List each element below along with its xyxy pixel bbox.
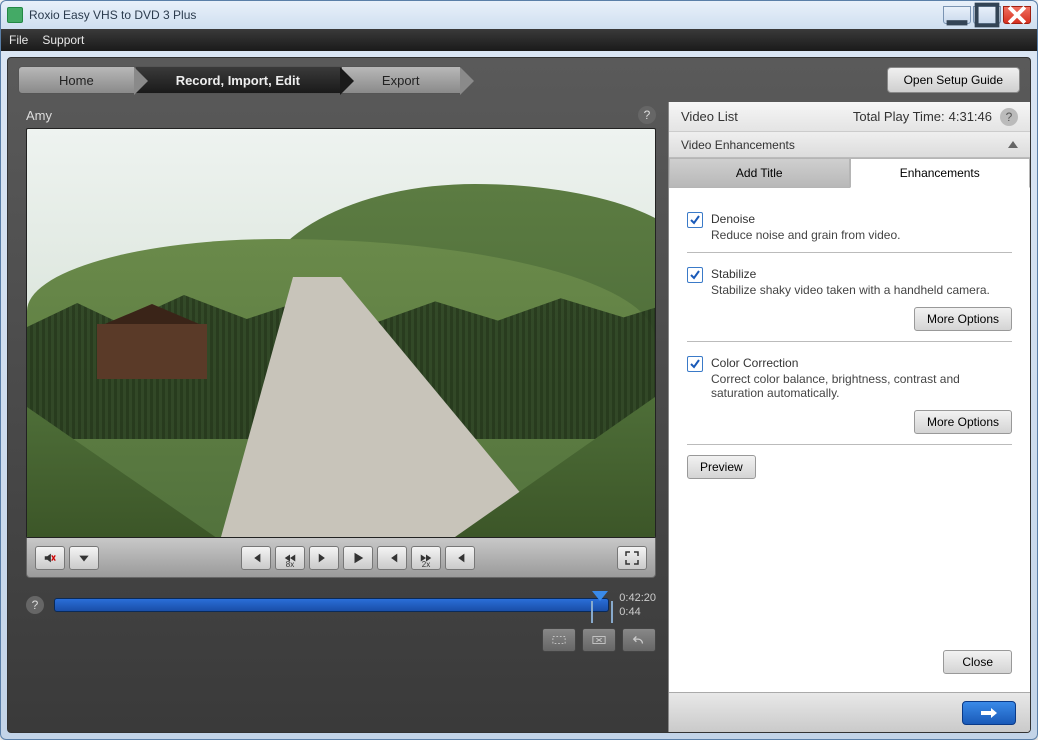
window-title: Roxio Easy VHS to DVD 3 Plus [29, 8, 943, 22]
open-setup-guide-button[interactable]: Open Setup Guide [887, 67, 1020, 93]
stabilize-checkbox[interactable] [687, 267, 703, 283]
enhancements-body: Denoise Reduce noise and grain from vide… [669, 188, 1030, 692]
preview-button[interactable]: Preview [687, 455, 756, 479]
enhancements-panel-label: Video Enhancements [681, 138, 795, 152]
timeline-scrubber[interactable] [54, 598, 609, 612]
denoise-checkbox[interactable] [687, 212, 703, 228]
time-total: 0:42:20 [619, 592, 656, 604]
playtime-value: 4:31:46 [949, 109, 992, 124]
close-panel-button[interactable]: Close [943, 650, 1012, 674]
tab-record-import-edit[interactable]: Record, Import, Edit [135, 66, 341, 94]
main-row: Amy ? [8, 102, 1030, 732]
arrow-right-icon [979, 706, 999, 720]
content-area: Home Record, Import, Edit Export Open Se… [7, 57, 1031, 733]
cut-button[interactable] [542, 628, 576, 652]
stabilize-desc: Stabilize shaky video taken with a handh… [711, 283, 990, 297]
close-button[interactable] [1003, 6, 1031, 24]
step-forward-button[interactable] [377, 546, 407, 570]
next-button[interactable] [962, 701, 1016, 725]
enhancement-denoise: Denoise Reduce noise and grain from vide… [687, 202, 1012, 253]
denoise-title: Denoise [711, 212, 900, 226]
right-pane: Video List Total Play Time: 4:31:46 ? Vi… [668, 102, 1030, 732]
help-icon[interactable]: ? [638, 106, 656, 124]
color-correction-checkbox[interactable] [687, 356, 703, 372]
video-preview[interactable] [26, 128, 656, 538]
playhead-icon[interactable] [592, 591, 608, 601]
enhancement-stabilize: Stabilize Stabilize shaky video taken wi… [687, 257, 1012, 342]
fast-forward-2x-button[interactable]: 2x [411, 546, 441, 570]
tab-enhancements[interactable]: Enhancements [850, 158, 1031, 188]
video-thumbnail [27, 129, 655, 537]
app-icon [7, 7, 23, 23]
collapse-icon[interactable] [1008, 141, 1018, 148]
volume-menu-button[interactable] [69, 546, 99, 570]
tab-home[interactable]: Home [18, 66, 135, 94]
rewind-8x-button[interactable]: 8x [275, 546, 305, 570]
titlebar[interactable]: Roxio Easy VHS to DVD 3 Plus [1, 1, 1037, 29]
enhancements-panel-header[interactable]: Video Enhancements [669, 132, 1030, 158]
minimize-button[interactable] [943, 6, 971, 24]
time-position: 0:44 [619, 606, 640, 618]
enhancement-color-correction: Color Correction Correct color balance, … [687, 346, 1012, 445]
tab-add-title[interactable]: Add Title [669, 158, 850, 188]
video-list-header[interactable]: Video List Total Play Time: 4:31:46 ? [669, 102, 1030, 132]
skip-start-button[interactable] [241, 546, 271, 570]
videolist-help-icon[interactable]: ? [1000, 108, 1018, 126]
app-window: Roxio Easy VHS to DVD 3 Plus File Suppor… [0, 0, 1038, 740]
denoise-desc: Reduce noise and grain from video. [711, 228, 900, 242]
menu-support[interactable]: Support [42, 33, 84, 47]
bottom-bar [669, 692, 1030, 732]
delete-segment-button[interactable] [582, 628, 616, 652]
fullscreen-button[interactable] [617, 546, 647, 570]
color-more-options-button[interactable]: More Options [914, 410, 1012, 434]
skip-end-button[interactable] [445, 546, 475, 570]
tab-export[interactable]: Export [341, 66, 461, 94]
menubar: File Support [1, 29, 1037, 51]
stabilize-more-options-button[interactable]: More Options [914, 307, 1012, 331]
playback-controls: 8x 2x [26, 538, 656, 578]
color-title: Color Correction [711, 356, 1012, 370]
playtime-label: Total Play Time: [853, 109, 945, 124]
stabilize-title: Stabilize [711, 267, 990, 281]
video-name: Amy [26, 108, 52, 123]
video-list-label: Video List [681, 109, 738, 124]
step-back-button[interactable] [309, 546, 339, 570]
mute-button[interactable] [35, 546, 65, 570]
play-button[interactable] [343, 546, 373, 570]
maximize-button[interactable] [973, 6, 1001, 24]
color-desc: Correct color balance, brightness, contr… [711, 372, 1012, 400]
menu-file[interactable]: File [9, 33, 28, 47]
undo-button[interactable] [622, 628, 656, 652]
left-pane: Amy ? [8, 102, 668, 732]
timeline-help-icon[interactable]: ? [26, 596, 44, 614]
nav-row: Home Record, Import, Edit Export Open Se… [8, 58, 1030, 102]
